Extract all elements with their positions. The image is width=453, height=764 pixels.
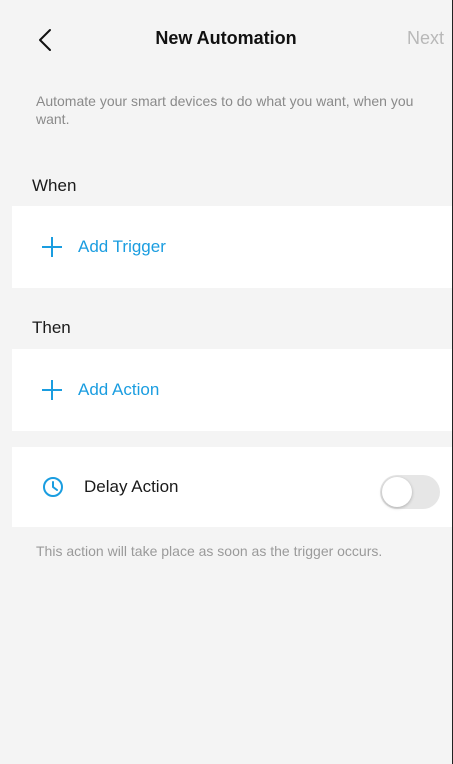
add-trigger-button[interactable]: Add Trigger <box>42 206 166 288</box>
add-action-button[interactable]: Add Action <box>42 349 159 431</box>
when-section-label: When <box>32 176 77 195</box>
add-action-label: Add Action <box>78 380 160 399</box>
delay-note: This action will take place as soon as t… <box>36 543 383 559</box>
plus-icon <box>42 237 62 257</box>
header: New Automation Next <box>0 0 452 80</box>
action-card: Add Action <box>12 349 452 431</box>
new-automation-screen: New Automation Next Automate your smart … <box>0 0 453 764</box>
trigger-card: Add Trigger <box>12 206 452 288</box>
toggle-knob <box>382 477 412 507</box>
clock-icon <box>43 477 63 497</box>
intro-text: Automate your smart devices to do what y… <box>36 93 414 127</box>
then-section-label: Then <box>32 318 71 337</box>
delay-action-label: Delay Action <box>84 477 179 496</box>
next-button[interactable]: Next <box>407 28 444 49</box>
delay-action-card: Delay Action <box>12 447 452 527</box>
add-trigger-label: Add Trigger <box>78 237 166 256</box>
delay-action-row: Delay Action <box>42 447 179 527</box>
plus-icon <box>42 380 62 400</box>
page-title: New Automation <box>155 28 297 48</box>
delay-action-toggle[interactable] <box>380 475 440 509</box>
